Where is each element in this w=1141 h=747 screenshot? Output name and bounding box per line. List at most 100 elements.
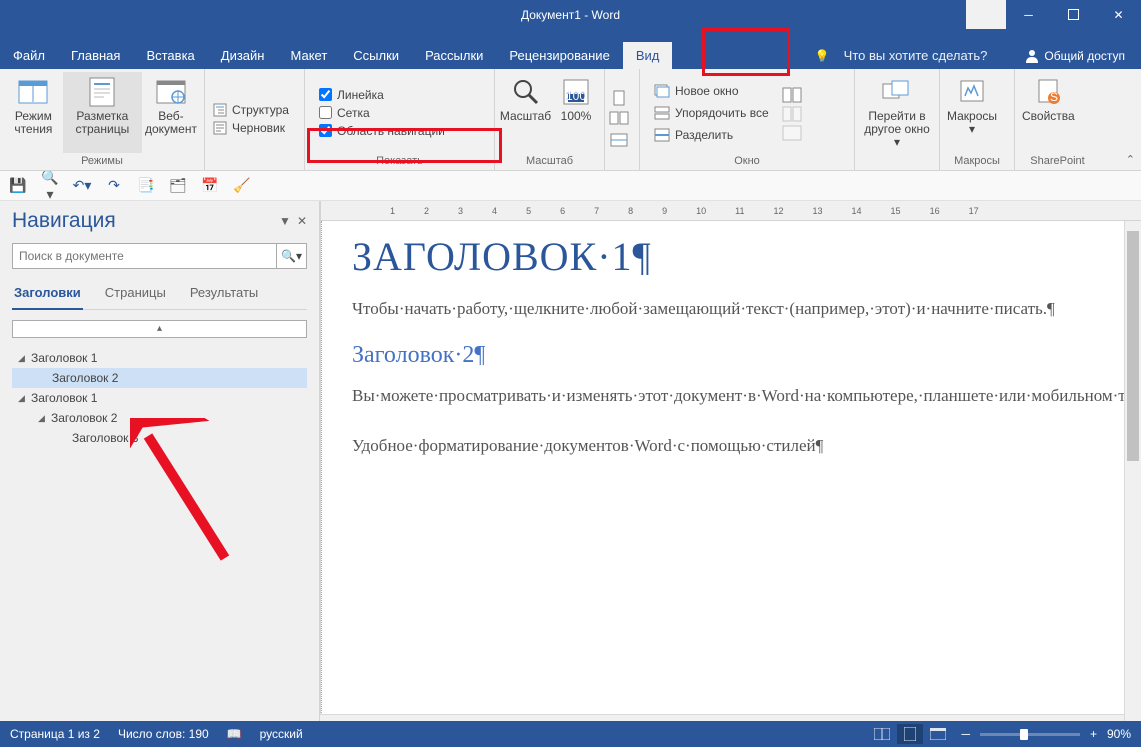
zoom-level[interactable]: 90% <box>1107 727 1131 741</box>
heading-1[interactable]: ЗАГОЛОВОК·1¶ <box>352 233 1141 280</box>
one-page-button[interactable] <box>609 90 635 108</box>
read-mode-view-button[interactable] <box>869 724 895 744</box>
reset-window-button[interactable] <box>782 125 802 141</box>
switch-windows-icon <box>881 76 913 108</box>
arrange-all-button[interactable]: Упорядочить все <box>650 104 773 122</box>
undo-button[interactable]: ↶▾ <box>72 177 92 194</box>
search-input[interactable] <box>13 244 276 268</box>
zoom-out-button[interactable]: ─ <box>961 727 970 741</box>
nav-close-button[interactable]: ✕ <box>297 214 307 228</box>
properties-button[interactable]: S Свойства <box>1019 72 1078 153</box>
new-window-button[interactable]: Новое окно <box>650 82 773 100</box>
tab-pages[interactable]: Страницы <box>103 281 168 309</box>
web-layout-icon <box>155 76 187 108</box>
zoom-100-icon: 100100 <box>560 76 592 108</box>
body-paragraph[interactable]: Вы·можете·просматривать·и·изменять·этот·… <box>352 381 1141 411</box>
read-mode-icon <box>17 76 49 108</box>
vertical-scrollbar[interactable] <box>1124 221 1141 731</box>
save-button[interactable]: 💾 <box>8 177 28 194</box>
horizontal-ruler[interactable]: 1234567891011121314151617 <box>321 201 1141 221</box>
gridlines-checkbox[interactable]: Сетка <box>315 104 490 122</box>
quick-print-button[interactable]: 🔍▾ <box>40 169 60 203</box>
body-paragraph[interactable]: Удобное·форматирование·документов·Word·с… <box>352 431 1141 461</box>
navigation-tree: ◢Заголовок 1 Заголовок 2 ◢Заголовок 1 ◢З… <box>12 344 307 448</box>
split-icon <box>654 128 670 142</box>
status-bar: Страница 1 из 2 Число слов: 190 📖 русски… <box>0 721 1141 747</box>
tree-item[interactable]: ◢Заголовок 1 <box>12 348 307 368</box>
quick-access-toolbar: 💾 🔍▾ ↶▾ ↷ 📑 🗂 📅 🧹 <box>0 171 1141 201</box>
navigation-title: Навигация <box>12 209 116 233</box>
zoom-100-button[interactable]: 100100 100% <box>552 72 600 153</box>
group-label-macros: Макросы <box>944 153 1010 170</box>
proofing-icon[interactable]: 📖 <box>227 727 242 741</box>
svg-text:S: S <box>1050 90 1058 104</box>
qat-more-1[interactable]: 📑 <box>136 177 156 194</box>
page-width-button[interactable] <box>609 132 635 150</box>
tell-me-input[interactable]: Что вы хотите сделать? <box>834 48 998 63</box>
draft-button[interactable]: Черновик <box>209 119 300 137</box>
document-area: 1314151617181920212223 12345678910111213… <box>320 201 1141 731</box>
menu-layout[interactable]: Макет <box>277 42 340 69</box>
menu-design[interactable]: Дизайн <box>208 42 278 69</box>
multi-page-button[interactable] <box>609 111 635 129</box>
language-indicator[interactable]: русский <box>260 727 303 741</box>
tab-headings[interactable]: Заголовки <box>12 281 83 310</box>
navigation-search[interactable]: 🔍▾ <box>12 243 307 269</box>
zoom-slider[interactable] <box>980 733 1080 736</box>
tab-results[interactable]: Результаты <box>188 281 260 309</box>
web-layout-view-button[interactable] <box>925 724 951 744</box>
side-by-side-button[interactable] <box>782 87 802 103</box>
read-mode-button[interactable]: Режим чтения <box>4 72 63 153</box>
print-layout-view-button[interactable] <box>897 724 923 744</box>
document-page[interactable]: ЗАГОЛОВОК·1¶ Чтобы·начать·работу,·щелкни… <box>321 221 1141 731</box>
structure-button[interactable]: Структура <box>209 101 300 119</box>
search-button[interactable]: 🔍▾ <box>276 244 306 268</box>
zoom-in-button[interactable]: + <box>1090 727 1097 741</box>
minimize-button[interactable]: ─ <box>1006 0 1051 29</box>
new-window-icon <box>654 84 670 98</box>
qat-more-2[interactable]: 🗂 <box>168 177 188 194</box>
close-button[interactable]: ✕ <box>1096 0 1141 29</box>
navigation-pane-checkbox[interactable]: Область навигации <box>315 122 490 140</box>
tree-item[interactable]: ◢Заголовок 2 <box>12 408 307 428</box>
nav-jump-bar[interactable]: ▴ <box>12 320 307 338</box>
menu-review[interactable]: Рецензирование <box>496 42 622 69</box>
outline-icon <box>213 103 227 117</box>
web-layout-button[interactable]: Веб-документ <box>142 72 200 153</box>
word-count[interactable]: Число слов: 190 <box>118 727 209 741</box>
group-label-views: Режимы <box>4 153 200 170</box>
macros-button[interactable]: Макросы▾ <box>944 72 1000 153</box>
group-label-window: Окно <box>644 153 850 170</box>
zoom-icon <box>510 76 542 108</box>
collapse-ribbon-button[interactable]: ⌃ <box>1126 153 1135 166</box>
tree-item[interactable]: ◢Заголовок 1 <box>12 388 307 408</box>
print-layout-button[interactable]: Разметка страницы <box>63 72 142 153</box>
switch-windows-button[interactable]: Перейти в другое окно ▾ <box>859 72 935 165</box>
share-button[interactable]: Общий доступ <box>1017 49 1133 63</box>
sync-scroll-button[interactable] <box>782 106 802 122</box>
menu-file[interactable]: Файл <box>0 42 58 69</box>
menu-mailings[interactable]: Рассылки <box>412 42 496 69</box>
menu-insert[interactable]: Вставка <box>133 42 207 69</box>
group-label-zoom: Масштаб <box>499 153 600 170</box>
menu-references[interactable]: Ссылки <box>340 42 412 69</box>
menu-view[interactable]: Вид <box>623 42 673 69</box>
zoom-button[interactable]: Масштаб <box>499 72 552 153</box>
tree-item[interactable]: Заголовок 3 <box>12 428 307 448</box>
navigation-pane: Навигация ▼ ✕ 🔍▾ Заголовки Страницы Резу… <box>0 201 320 731</box>
maximize-button[interactable] <box>1051 0 1096 29</box>
split-button[interactable]: Разделить <box>650 126 773 144</box>
menu-bar: Файл Главная Вставка Дизайн Макет Ссылки… <box>0 29 1141 69</box>
body-paragraph[interactable]: Чтобы·начать·работу,·щелкните·любой·заме… <box>352 294 1141 324</box>
menu-home[interactable]: Главная <box>58 42 133 69</box>
qat-more-3[interactable]: 📅 <box>200 177 220 194</box>
page-indicator[interactable]: Страница 1 из 2 <box>10 727 100 741</box>
qat-eraser[interactable]: 🧹 <box>232 177 252 194</box>
heading-2[interactable]: Заголовок·2¶ <box>352 342 1141 369</box>
title-bar: Документ1 - Word ─ ✕ <box>0 0 1141 29</box>
nav-dropdown-icon[interactable]: ▼ <box>279 214 291 228</box>
redo-button[interactable]: ↷ <box>104 177 124 194</box>
ruler-checkbox[interactable]: Линейка <box>315 86 490 104</box>
window-title: Документ1 - Word <box>521 8 620 22</box>
tree-item[interactable]: Заголовок 2 <box>12 368 307 388</box>
